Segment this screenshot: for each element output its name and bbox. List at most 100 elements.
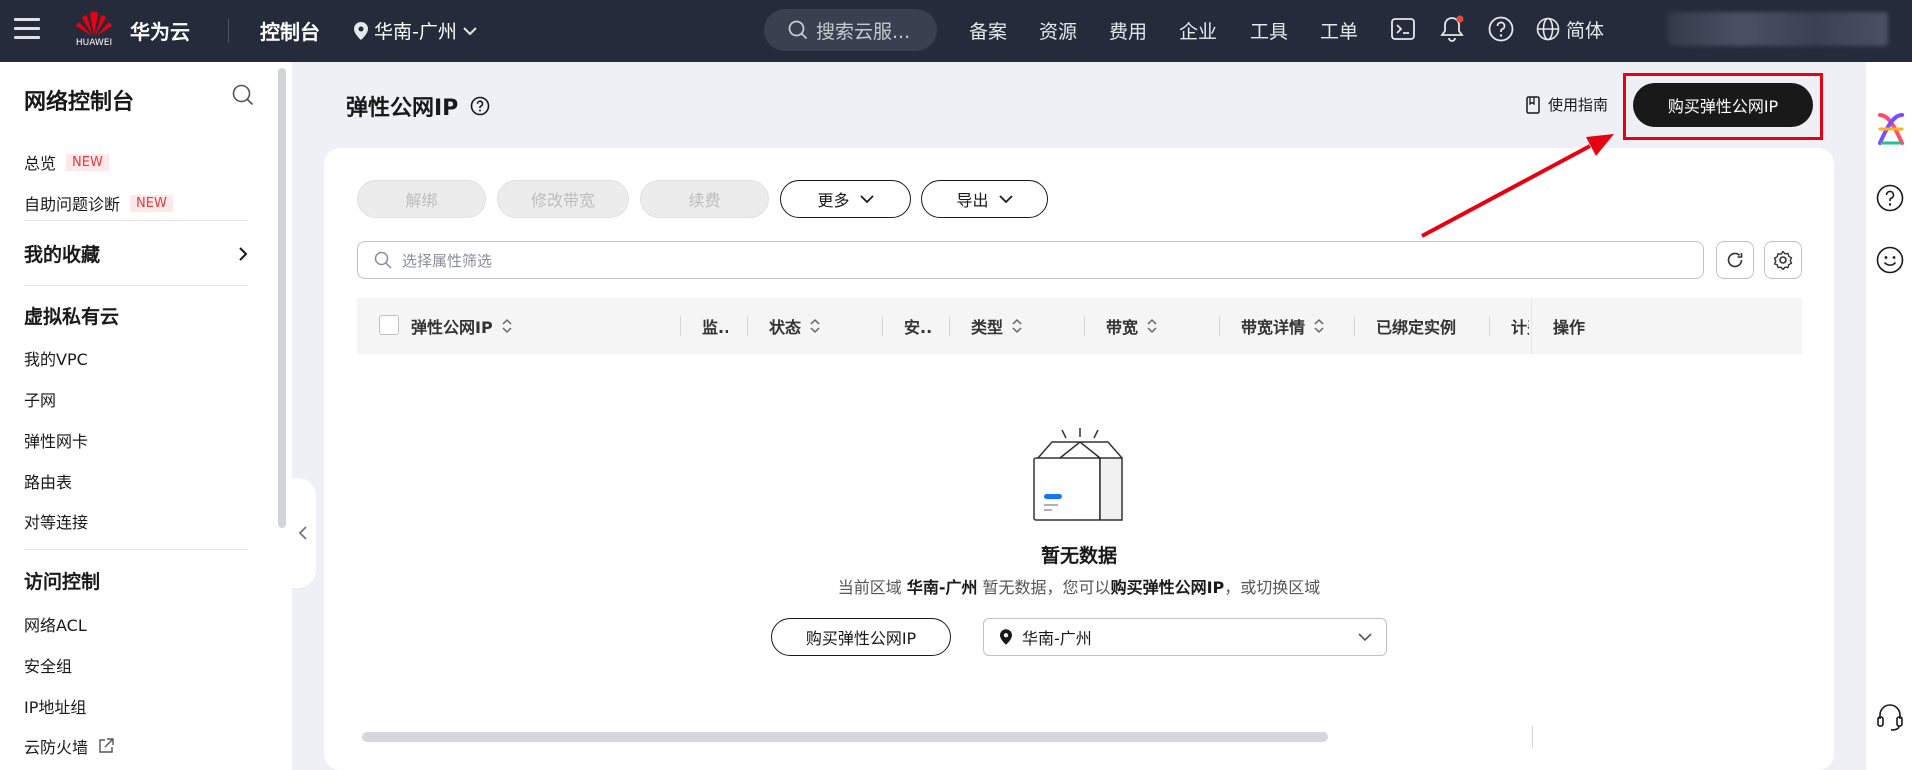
region-selector[interactable]: 华南-广州 (354, 17, 477, 44)
column-separator (680, 316, 681, 336)
column-separator (949, 316, 950, 336)
sidebar-title: 网络控制台 (24, 90, 135, 115)
attribute-filter-input[interactable]: 选择属性筛选 (357, 241, 1704, 279)
console-link[interactable]: 控制台 (260, 16, 320, 45)
empty-desc-suffix: ，或切换区域 (1224, 578, 1321, 597)
column-billing[interactable]: 计费 (1511, 298, 1529, 354)
sidebar-item-eni[interactable]: 弹性网卡 (24, 428, 88, 452)
column-monitor[interactable]: 监... (702, 298, 728, 354)
sidebar-item-acl[interactable]: 网络ACL (24, 612, 87, 636)
location-pin-icon (1000, 629, 1012, 645)
export-label: 导出 (956, 191, 989, 210)
nav-beian[interactable]: 备案 (969, 17, 1007, 44)
page-title-text: 弹性公网IP (346, 96, 459, 121)
sidebar-item-cloud-firewall[interactable]: 云防火墙 (24, 734, 114, 758)
more-label: 更多 (817, 191, 850, 210)
logo-text: HUAWEI (75, 38, 113, 48)
empty-state-description: 当前区域 华南-广州 暂无数据，您可以购买弹性公网IP，或切换区域 (292, 574, 1866, 598)
left-sidebar: 网络控制台 总览 NEW 自助问题诊断 NEW 我的收藏 虚拟私有云 我的VPC… (0, 62, 292, 770)
region-label: 华南-广州 (374, 21, 457, 43)
sidebar-group-vpc: 虚拟私有云 (24, 306, 120, 328)
global-search-input[interactable]: 搜索云服... (764, 9, 937, 51)
help-icon[interactable] (470, 96, 490, 116)
empty-desc-buy-link[interactable]: 购买弹性公网IP (1111, 578, 1225, 597)
sidebar-item-diagnose[interactable]: 自助问题诊断 NEW (24, 191, 173, 215)
empty-buy-eip-button[interactable]: 购买弹性公网IP (771, 618, 951, 656)
sidebar-item-label: 总览 (24, 154, 57, 173)
sidebar-scrollbar[interactable] (278, 68, 286, 528)
chevron-down-icon (998, 195, 1013, 204)
highlight-box (1623, 73, 1823, 140)
search-icon (788, 20, 808, 40)
export-dropdown[interactable]: 导出 (921, 180, 1048, 218)
language-label: 简体 (1566, 19, 1605, 42)
language-selector[interactable]: 简体 (1536, 14, 1624, 44)
column-bandwidth[interactable]: 带宽 (1106, 298, 1158, 354)
filter-placeholder: 选择属性筛选 (402, 251, 493, 270)
column-status[interactable]: 状态 (769, 298, 821, 354)
sidebar-item-my-vpc[interactable]: 我的VPC (24, 346, 88, 370)
help-icon[interactable] (1876, 184, 1904, 216)
empty-box-illustration (1022, 428, 1138, 528)
sidebar-favorites[interactable]: 我的收藏 (24, 240, 248, 267)
column-separator (1532, 726, 1533, 748)
brand-name[interactable]: 华为云 (130, 16, 190, 45)
column-label: 状态 (769, 318, 802, 337)
divider (24, 220, 248, 221)
table-horizontal-scrollbar[interactable] (362, 732, 1328, 742)
settings-button[interactable] (1764, 241, 1802, 279)
chevron-down-icon (859, 195, 874, 204)
nav-tickets[interactable]: 工单 (1320, 17, 1358, 44)
sidebar-search-icon[interactable] (232, 84, 254, 110)
refresh-icon (1727, 252, 1743, 268)
favorites-label: 我的收藏 (24, 244, 101, 266)
nav-billing[interactable]: 费用 (1109, 17, 1147, 44)
external-link-icon (99, 738, 114, 753)
usage-guide-link[interactable]: 使用指南 (1526, 94, 1608, 115)
select-all-checkbox[interactable] (379, 315, 399, 335)
gear-icon (1773, 250, 1793, 270)
sidebar-item-security-group[interactable]: 安全组 (24, 653, 72, 677)
sort-icon (1147, 318, 1157, 334)
sidebar-item-ip-group[interactable]: IP地址组 (24, 694, 86, 718)
new-badge: NEW (130, 194, 173, 212)
column-type[interactable]: 类型 (971, 298, 1023, 354)
divider (228, 19, 229, 43)
more-dropdown[interactable]: 更多 (780, 180, 911, 218)
sidebar-item-overview[interactable]: 总览 NEW (24, 150, 109, 174)
chevron-down-icon (1358, 633, 1372, 642)
column-label: 弹性公网IP (411, 318, 493, 337)
chevron-right-icon (239, 246, 248, 261)
column-bound-instance[interactable]: 已绑定实例 (1376, 298, 1456, 354)
column-bandwidth-detail[interactable]: 带宽详情 (1241, 298, 1325, 354)
modify-bandwidth-button[interactable]: 修改带宽 (497, 180, 629, 218)
book-icon (1526, 95, 1540, 114)
sort-icon (1314, 318, 1324, 334)
divider (24, 285, 248, 286)
column-eip[interactable]: 弹性公网IP (411, 298, 513, 354)
sidebar-item-subnet[interactable]: 子网 (24, 387, 56, 411)
feedback-smiley-icon[interactable] (1876, 246, 1904, 278)
column-label: 类型 (971, 318, 1004, 337)
terminal-icon[interactable] (1388, 14, 1418, 44)
refresh-button[interactable] (1716, 241, 1754, 279)
user-account-menu[interactable] (1668, 12, 1888, 46)
sidebar-item-route-table[interactable]: 路由表 (24, 469, 72, 493)
usage-guide-label: 使用指南 (1548, 96, 1609, 114)
nav-enterprise[interactable]: 企业 (1179, 17, 1217, 44)
nav-tools[interactable]: 工具 (1250, 17, 1288, 44)
region-select-dropdown[interactable]: 华南-广州 (983, 618, 1387, 656)
top-navigation-bar: HUAWEI 华为云 控制台 华南-广州 搜索云服... 备案 资源 费用 企业… (0, 0, 1912, 62)
notification-bell-icon[interactable] (1437, 14, 1467, 44)
renew-button[interactable]: 续费 (640, 180, 769, 218)
table-header: 弹性公网IP 监... 状态 安... 类型 带宽 带宽详情 已绑定实例 计费 … (357, 298, 1802, 354)
unbind-button[interactable]: 解绑 (357, 180, 486, 218)
help-icon[interactable] (1486, 14, 1516, 44)
ai-assistant-icon[interactable] (1876, 112, 1906, 150)
sidebar-item-peering[interactable]: 对等连接 (24, 509, 88, 533)
nav-resources[interactable]: 资源 (1039, 17, 1077, 44)
customer-service-headset-icon[interactable] (1876, 702, 1904, 736)
column-security[interactable]: 安... (904, 298, 932, 354)
hamburger-menu-icon[interactable] (14, 18, 40, 42)
column-separator (1219, 316, 1220, 336)
